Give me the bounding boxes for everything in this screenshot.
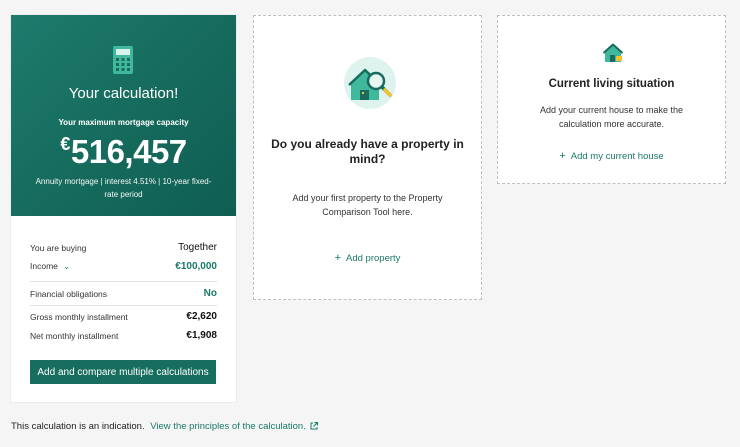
gross-installment-label: Gross monthly installment bbox=[30, 311, 128, 322]
add-property-label: Add property bbox=[346, 253, 401, 264]
gross-installment-row: Gross monthly installment €2,620 bbox=[30, 311, 217, 322]
property-card-title: Do you already have a property in mind? bbox=[271, 137, 464, 166]
income-toggle[interactable]: Income ⌄ bbox=[30, 261, 70, 272]
add-property-link[interactable]: + Add property bbox=[334, 252, 401, 264]
current-house-card: Current living situation Add your curren… bbox=[497, 15, 726, 184]
mortgage-details: Annuity mortgage | interest 4.51% | 10-y… bbox=[35, 177, 212, 199]
obligations-label: Financial obligations bbox=[30, 288, 108, 299]
obligations-value: No bbox=[203, 288, 217, 299]
external-link-icon bbox=[310, 422, 318, 430]
add-current-house-label: Add my current house bbox=[570, 151, 664, 162]
house-icon bbox=[602, 43, 624, 62]
calculation-card: Your calculation! Your maximum mortgage … bbox=[11, 15, 236, 402]
compare-calculations-button[interactable]: Add and compare multiple calculations bbox=[30, 360, 216, 384]
calculation-hero: Your calculation! Your maximum mortgage … bbox=[11, 15, 236, 216]
buying-label: You are buying bbox=[30, 242, 87, 253]
calculator-icon bbox=[113, 46, 133, 74]
net-installment-value: €1,908 bbox=[186, 330, 217, 341]
house-card-title: Current living situation bbox=[548, 78, 675, 90]
footer-text: This calculation is an indication. bbox=[11, 421, 145, 432]
property-card-description: Add your first property to the Property … bbox=[292, 193, 443, 217]
plus-icon: + bbox=[334, 252, 342, 264]
currency-symbol: € bbox=[60, 134, 70, 154]
net-installment-label: Net monthly installment bbox=[30, 330, 119, 341]
calculation-principles-link[interactable]: View the principles of the calculation. bbox=[150, 421, 318, 432]
obligations-row: Financial obligations No bbox=[30, 288, 217, 299]
chevron-down-icon: ⌄ bbox=[62, 261, 71, 271]
house-card-description: Add your current house to make the calcu… bbox=[539, 105, 684, 129]
calculation-title: Your calculation! bbox=[68, 85, 179, 102]
income-row[interactable]: Income ⌄ €100,000 bbox=[30, 261, 217, 272]
plus-icon: + bbox=[559, 150, 566, 162]
calculation-principles-label: View the principles of the calculation. bbox=[150, 421, 306, 432]
income-label: Income bbox=[30, 261, 58, 271]
net-installment-row: Net monthly installment €1,908 bbox=[30, 330, 217, 341]
add-current-house-link[interactable]: + Add my current house bbox=[559, 150, 664, 162]
mortgage-amount: €516,457 bbox=[11, 133, 236, 171]
add-property-card: Do you already have a property in mind? … bbox=[253, 15, 482, 300]
house-search-icon bbox=[344, 57, 396, 109]
calculation-subtitle: Your maximum mortgage capacity bbox=[58, 118, 189, 127]
divider bbox=[30, 305, 217, 306]
mortgage-amount-value: 516,457 bbox=[70, 133, 187, 170]
footer-note: This calculation is an indication. View … bbox=[11, 421, 318, 432]
income-value: €100,000 bbox=[175, 261, 217, 272]
divider bbox=[30, 281, 217, 282]
buying-value: Together bbox=[178, 242, 217, 253]
buying-row: You are buying Together bbox=[30, 242, 217, 253]
gross-installment-value: €2,620 bbox=[186, 311, 217, 322]
